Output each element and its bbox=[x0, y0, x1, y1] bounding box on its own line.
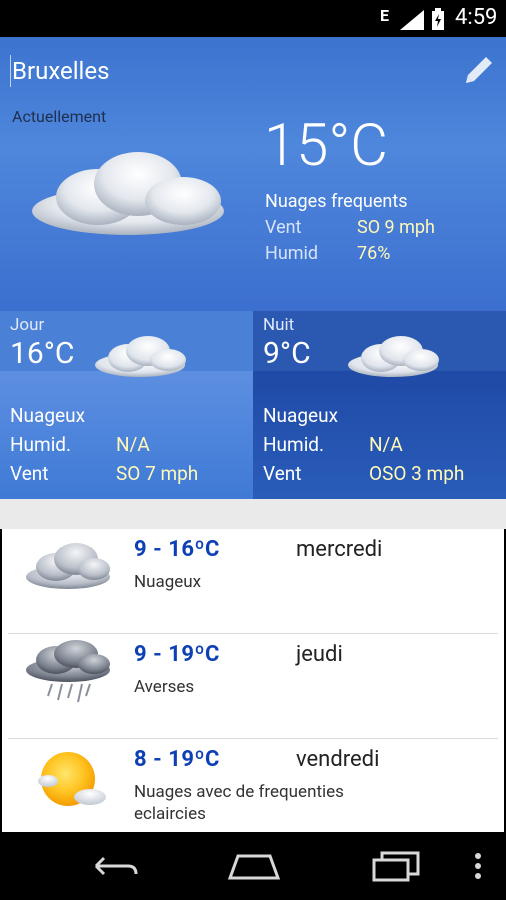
cloud-icon bbox=[26, 543, 110, 589]
night-temperature: 9°C bbox=[263, 336, 311, 371]
day-humidity-value: N/A bbox=[116, 433, 150, 456]
forecast-day: jeudi bbox=[296, 642, 343, 667]
forecast-list: 9 - 16ºC Nuageux mercredi 9 - 19ºC Avers… bbox=[2, 529, 504, 832]
section-gap bbox=[0, 499, 506, 529]
back-icon[interactable] bbox=[84, 848, 144, 884]
current-weather-header: Bruxelles Actuellement 15°C Nuages frequ… bbox=[0, 37, 506, 311]
status-bar: E 4:59 bbox=[0, 0, 506, 37]
forecast-item[interactable]: 9 - 19ºC Averses jeudi bbox=[2, 634, 504, 739]
day-temperature: 16°C bbox=[10, 336, 75, 371]
city-name[interactable]: Bruxelles bbox=[12, 57, 110, 85]
day-wind-label: Vent bbox=[10, 462, 49, 485]
day-panel: Jour 16°C Nuageux Humid. N/A Vent SO 7 m… bbox=[0, 311, 253, 499]
wind-value: SO 9 mph bbox=[357, 217, 435, 238]
rain-cloud-icon bbox=[26, 640, 110, 703]
night-panel: Nuit 9°C Nuageux Humid. N/A Vent OSO 3 m… bbox=[253, 311, 506, 499]
cloud-icon bbox=[95, 336, 186, 377]
cloud-icon bbox=[348, 336, 439, 377]
night-wind-label: Vent bbox=[263, 462, 302, 485]
recent-apps-icon[interactable] bbox=[366, 848, 426, 884]
night-wind-value: OSO 3 mph bbox=[369, 462, 465, 485]
wind-label: Vent bbox=[265, 217, 302, 238]
signal-icon bbox=[400, 10, 424, 30]
humidity-value: 76% bbox=[357, 243, 391, 264]
overflow-menu-icon[interactable] bbox=[468, 848, 488, 884]
day-title: Jour bbox=[10, 315, 45, 335]
forecast-day: vendredi bbox=[296, 747, 380, 772]
forecast-desc: Averses bbox=[134, 677, 195, 697]
night-humidity-label: Humid. bbox=[263, 433, 325, 456]
forecast-day: mercredi bbox=[296, 537, 383, 562]
pencil-icon[interactable] bbox=[460, 51, 498, 89]
forecast-desc: Nuageux bbox=[134, 572, 202, 592]
humidity-label: Humid bbox=[265, 243, 319, 264]
clock: 4:59 bbox=[455, 5, 498, 30]
day-condition: Nuageux bbox=[10, 404, 86, 427]
current-label: Actuellement bbox=[12, 107, 107, 126]
forecast-range: 8 - 19ºC bbox=[134, 747, 220, 772]
night-humidity-value: N/A bbox=[369, 433, 403, 456]
home-icon[interactable] bbox=[224, 848, 284, 884]
night-condition: Nuageux bbox=[263, 404, 339, 427]
battery-icon bbox=[432, 8, 444, 30]
forecast-range: 9 - 16ºC bbox=[134, 537, 220, 562]
day-humidity-label: Humid. bbox=[10, 433, 72, 456]
forecast-desc: Nuages avec de frequenties eclaircies bbox=[134, 782, 344, 824]
text-cursor bbox=[10, 55, 11, 87]
network-type: E bbox=[380, 6, 389, 25]
navigation-bar bbox=[0, 832, 506, 900]
sun-cloud-icon bbox=[38, 752, 106, 806]
forecast-item[interactable]: 8 - 19ºC Nuages avec de frequenties ecla… bbox=[2, 739, 504, 844]
forecast-item[interactable]: 9 - 16ºC Nuageux mercredi bbox=[2, 529, 504, 634]
day-wind-value: SO 7 mph bbox=[116, 462, 199, 485]
current-condition: Nuages frequents bbox=[265, 191, 408, 212]
cloud-icon bbox=[32, 152, 224, 235]
current-temperature: 15°C bbox=[264, 112, 388, 180]
forecast-range: 9 - 19ºC bbox=[134, 642, 220, 667]
night-title: Nuit bbox=[263, 315, 295, 335]
